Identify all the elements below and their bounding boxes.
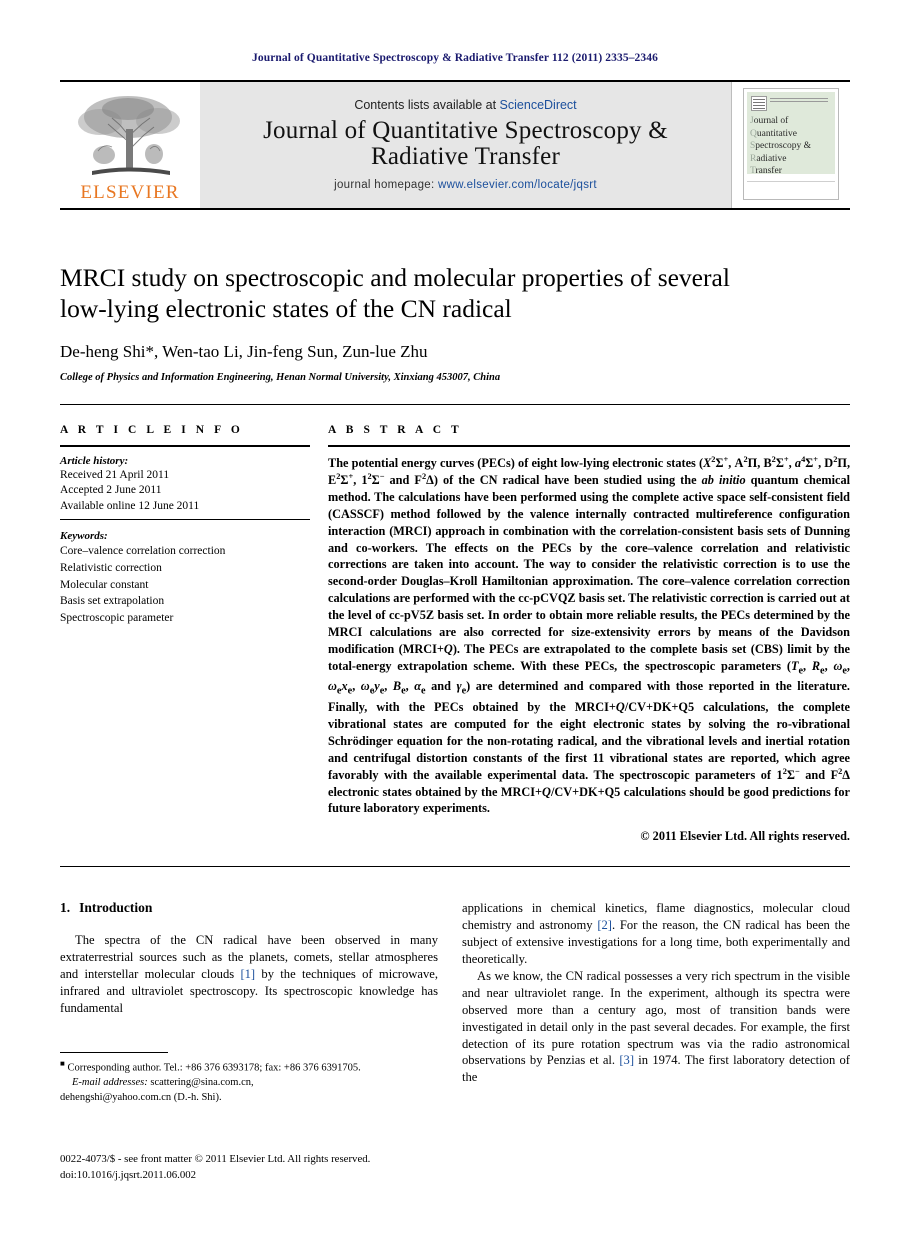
footer-doi-line[interactable]: doi:10.1016/j.jqsrt.2011.06.002	[60, 1168, 480, 1184]
cover-divider	[747, 181, 835, 182]
section-title: Introduction	[79, 900, 153, 915]
cover-journal-name: Journal of Quantitative Spectroscopy & R…	[750, 115, 834, 178]
title-block: MRCI study on spectroscopic and molecula…	[60, 262, 820, 383]
cover-card: Journal of Quantitative Spectroscopy & R…	[743, 88, 839, 200]
footnote-block: ■ Corresponding author. Tel.: +86 376 63…	[60, 1052, 438, 1106]
article-history-block: Article history: Received 21 April 2011 …	[60, 455, 310, 521]
intro-paragraph-2: As we know, the CN radical possesses a v…	[462, 968, 850, 1085]
keyword-item: Basis set extrapolation	[60, 595, 165, 608]
article-info-section: A R T I C L E I N F O Article history: R…	[60, 424, 310, 627]
paper-page: Journal of Quantitative Spectroscopy & R…	[0, 0, 907, 1238]
title-line-1: MRCI study on spectroscopic and molecula…	[60, 263, 730, 292]
elsevier-logo: ELSEVIER	[60, 82, 200, 208]
article-info-rule	[60, 445, 310, 447]
footnote-marker-icon: ■	[60, 1059, 65, 1068]
article-history-label: Article history:	[60, 455, 129, 467]
cover-initial-1: Q	[750, 128, 757, 139]
body-column-right: applications in chemical kinetics, flame…	[462, 900, 850, 1086]
footer-block: 0022-4073/$ - see front matter © 2011 El…	[60, 1152, 480, 1183]
abstract-copyright: © 2011 Elsevier Ltd. All rights reserved…	[640, 829, 850, 844]
journal-banner: ELSEVIER Contents lists available at Sci…	[60, 80, 850, 210]
footnote-email-line: E-mail addresses: scattering@sina.com.cn…	[60, 1076, 438, 1091]
keyword-item: Spectroscopic parameter	[60, 611, 174, 624]
homepage-url-link[interactable]: www.elsevier.com/locate/jqsrt	[438, 179, 597, 191]
journal-title-line-1: Journal of Quantitative Spectroscopy &	[263, 116, 668, 144]
sciencedirect-link[interactable]: ScienceDirect	[500, 98, 577, 112]
page-title: MRCI study on spectroscopic and molecula…	[60, 262, 820, 324]
affiliation: College of Physics and Information Engin…	[60, 372, 501, 384]
section-heading-introduction: 1. Introduction	[60, 900, 438, 916]
footnote-corresponding-text: Corresponding author. Tel.: +86 376 6393…	[67, 1062, 361, 1074]
footnote-email-1[interactable]: scattering@sina.com.cn,	[148, 1077, 253, 1088]
citation-link[interactable]: [3]	[619, 1053, 634, 1067]
elsevier-tree-icon	[70, 91, 190, 183]
keywords-block: Keywords: Core–valence correlation corre…	[60, 530, 310, 626]
divider-bottom	[60, 866, 850, 867]
citation-link[interactable]: [2]	[597, 918, 612, 932]
footnote-rule	[60, 1052, 168, 1053]
journal-title-line-2: Radiative Transfer	[370, 143, 560, 170]
footnote-email-label: E-mail addresses:	[72, 1077, 148, 1089]
keyword-item: Molecular constant	[60, 578, 149, 591]
keyword-item: Relativistic correction	[60, 561, 162, 574]
journal-cover-thumbnail[interactable]: Journal of Quantitative Spectroscopy & R…	[731, 82, 850, 208]
footnote-email-2[interactable]: dehengshi@yahoo.com.cn (D.-h. Shi).	[60, 1091, 438, 1106]
section-number: 1.	[60, 900, 71, 915]
cover-line-2: pectroscopy &	[755, 141, 811, 152]
running-head: Journal of Quantitative Spectroscopy & R…	[252, 52, 658, 64]
citation-link[interactable]: [1]	[240, 967, 255, 981]
cover-mini-text-lines	[770, 98, 828, 104]
footer-issn-line: 0022-4073/$ - see front matter © 2011 El…	[60, 1153, 371, 1165]
history-accepted: Accepted 2 June 2011	[60, 484, 162, 497]
footnote-corresponding-author: ■ Corresponding author. Tel.: +86 376 63…	[60, 1058, 438, 1076]
elsevier-wordmark: ELSEVIER	[80, 182, 180, 203]
cover-line-4: ransfer	[755, 166, 782, 177]
article-info-heading: A R T I C L E I N F O	[60, 424, 244, 436]
cover-line-3: adiative	[756, 153, 787, 164]
abstract-text: The potential energy curves (PECs) of ei…	[328, 454, 851, 816]
banner-center: Contents lists available at ScienceDirec…	[200, 82, 731, 208]
intro-paragraph-1-cont: applications in chemical kinetics, flame…	[462, 901, 850, 966]
keyword-item: Core–valence correlation correction	[60, 545, 226, 558]
body-column-left: 1. Introduction The spectra of the CN rad…	[60, 900, 438, 1017]
homepage-prefix: journal homepage:	[334, 178, 438, 191]
title-line-2: low-lying electronic states of the CN ra…	[60, 294, 512, 324]
contents-list-line: Contents lists available at ScienceDirec…	[354, 98, 576, 112]
contents-prefix: Contents lists available at	[354, 97, 500, 112]
cover-mini-logo-icon	[751, 96, 767, 111]
journal-homepage-line: journal homepage: www.elsevier.com/locat…	[334, 179, 597, 191]
abstract-heading: A B S T R A C T	[328, 424, 463, 436]
journal-title: Journal of Quantitative Spectroscopy & R…	[263, 116, 668, 171]
cover-line-0: ournal of	[753, 116, 789, 126]
keywords-label: Keywords:	[60, 530, 108, 543]
history-received: Received 21 April 2011	[60, 469, 170, 481]
author-list: De-heng Shi*, Wen-tao Li, Jin-feng Sun, …	[60, 342, 428, 362]
intro-paragraph-1: The spectra of the CN radical have been …	[60, 933, 438, 1015]
history-available-online: Available online 12 June 2011	[60, 499, 200, 512]
abstract-rule	[328, 445, 850, 447]
cover-line-1: uantitative	[756, 128, 797, 139]
divider-top	[60, 404, 850, 405]
abstract-section: A B S T R A C T The potential energy cur…	[328, 424, 850, 844]
